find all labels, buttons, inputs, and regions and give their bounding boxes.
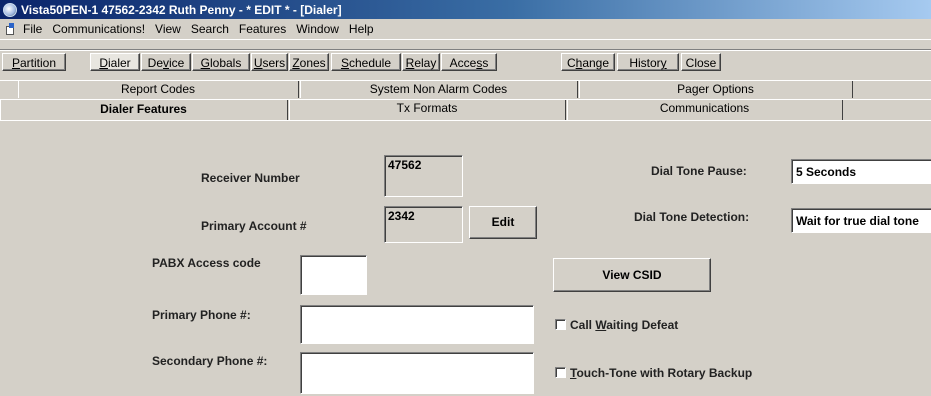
dial-tone-pause-label: Dial Tone Pause: [651,164,747,178]
secondary-phone-label: Secondary Phone #: [152,354,268,368]
menu-search[interactable]: Search [187,22,235,36]
touch-tone-rotary-backup-checkbox[interactable] [555,367,566,378]
tab-communications[interactable]: Communications [567,100,843,120]
tab-report-codes[interactable]: Report Codes [18,81,299,98]
primary-phone-input[interactable] [300,305,534,344]
dial-tone-detection-label: Dial Tone Detection: [634,210,750,224]
zones-button[interactable]: Zones [289,53,329,71]
tab-tx-formats[interactable]: Tx Formats [289,100,566,120]
secondary-phone-input[interactable] [300,352,534,394]
document-icon[interactable] [4,23,16,35]
receiver-number-field: 47562 [384,155,463,197]
schedule-button[interactable]: Schedule [331,53,401,71]
primary-account-field: 2342 [384,206,463,243]
app-icon [3,2,17,17]
history-button[interactable]: History [617,53,679,71]
menu-window[interactable]: Window [292,22,345,36]
close-button[interactable]: Close [681,53,721,71]
menu-help[interactable]: Help [345,22,380,36]
touch-tone-rotary-backup-label[interactable]: Touch-Tone with Rotary Backup [570,366,752,380]
dial-tone-detection-select[interactable]: Wait for true dial tone [791,208,931,233]
pabx-access-code-label: PABX Access code [152,256,261,270]
tab-row-bottom: Dialer Features Tx Formats Communication… [0,99,931,120]
menu-view[interactable]: View [151,22,187,36]
dialer-button[interactable]: Dialer [90,53,140,71]
window-title: Vista50PEN-1 47562-2342 Ruth Penny - * E… [21,2,342,17]
menu-file[interactable]: File [19,22,48,36]
users-button[interactable]: Users [251,53,288,71]
relay-button[interactable]: Relay [402,53,440,71]
dial-tone-pause-select[interactable]: 5 Seconds [791,159,931,184]
menu-communications[interactable]: Communications! [48,22,151,36]
view-csid-button[interactable]: View CSID [553,258,711,292]
toolbar: Partition Dialer Device Globals Users Zo… [0,48,931,72]
tab-strip: Report Codes System Non Alarm Codes Page… [0,80,931,120]
tab-system-non-alarm-codes[interactable]: System Non Alarm Codes [300,81,578,98]
menu-bar: File Communications! View Search Feature… [0,19,931,40]
title-bar: Vista50PEN-1 47562-2342 Ruth Penny - * E… [0,0,931,19]
primary-account-label: Primary Account # [201,219,307,233]
globals-button[interactable]: Globals [192,53,250,71]
tab-dialer-features[interactable]: Dialer Features [0,100,288,120]
change-button[interactable]: Change [561,53,615,71]
menu-features[interactable]: Features [235,22,292,36]
access-button[interactable]: Access [441,53,497,71]
partition-button[interactable]: Partition [2,53,66,71]
device-button[interactable]: Device [141,53,191,71]
pabx-access-code-input[interactable] [300,255,367,295]
call-waiting-defeat-checkbox[interactable] [555,319,566,330]
toolbar-divider [0,49,931,51]
tab-pager-options[interactable]: Pager Options [579,81,853,98]
call-waiting-defeat-label[interactable]: Call Waiting Defeat [570,318,678,332]
edit-button[interactable]: Edit [469,206,537,239]
tab-row-top: Report Codes System Non Alarm Codes Page… [0,80,931,98]
receiver-number-label: Receiver Number [201,171,300,185]
primary-phone-label: Primary Phone #: [152,308,251,322]
dialer-features-panel: Receiver Number 47562 Primary Account # … [0,120,931,396]
